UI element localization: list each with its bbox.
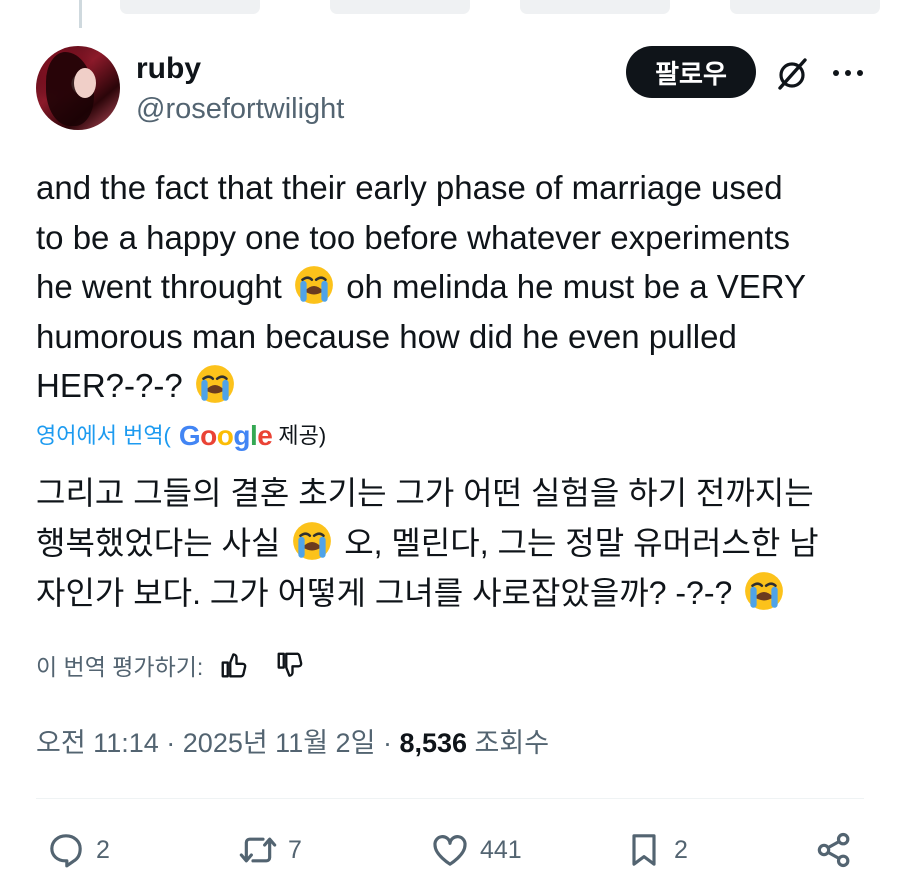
previous-tweet-edge <box>0 0 900 22</box>
tweet-line: HER?-?-? <box>36 361 876 411</box>
repost-count: 7 <box>288 835 302 864</box>
grok-slash-icon[interactable] <box>774 56 810 92</box>
tweet-time[interactable]: 오전 11:14 <box>36 728 159 758</box>
views-label: 조회수 <box>474 728 550 758</box>
translated-line: 그리고 그들의 결혼 초기는 그가 어떤 실험을 하기 전까지는 <box>36 475 814 511</box>
tweet-date[interactable]: 2025년 11월 2일 <box>183 728 376 758</box>
action-bar: 2 7 441 2 <box>0 820 900 880</box>
avatar[interactable] <box>36 46 120 130</box>
rate-translation-label: 이 번역 평가하기: <box>36 654 204 680</box>
avatar-face <box>74 68 96 98</box>
faded-element <box>730 0 880 14</box>
separator: · <box>382 728 392 758</box>
loudly-crying-face-icon <box>195 365 234 403</box>
more-dots-icon[interactable] <box>830 58 866 88</box>
repost-icon <box>239 837 277 863</box>
tweet-text: and the fact that their early phase of m… <box>36 163 876 411</box>
loudly-crying-face-icon <box>745 572 784 610</box>
faded-element <box>120 0 260 14</box>
tweet-meta: 오전 11:14 · 2025년 11월 2일 · 8,536 조회수 <box>36 726 549 760</box>
google-logo: Google <box>178 420 273 452</box>
bookmark-button[interactable]: 2 <box>624 830 688 870</box>
heart-icon <box>433 835 467 866</box>
views-count[interactable]: 8,536 <box>399 728 467 758</box>
translated-line: 자인가 보다. 그가 어떻게 그녀를 사로잡았을까? -?-? <box>36 568 876 618</box>
thumbs-down-icon[interactable] <box>275 650 305 680</box>
loudly-crying-face-icon <box>293 522 332 560</box>
thread-connector-line <box>79 0 82 28</box>
translated-line: 행복했었다는 사실 오, 멜린다, 그는 정말 유머러스한 남 <box>36 518 876 568</box>
google-letter: g <box>233 420 250 451</box>
share-icon <box>817 832 850 868</box>
like-count: 441 <box>480 835 522 864</box>
divider <box>36 798 864 799</box>
translation-attribution[interactable]: 영어에서 번역( Google 제공) <box>36 420 326 452</box>
share-button[interactable] <box>814 830 854 870</box>
tweet-line: and the fact that their early phase of m… <box>36 169 783 206</box>
rate-translation: 이 번역 평가하기: <box>36 648 305 682</box>
tweet-line: to be a happy one too before whatever ex… <box>36 218 790 256</box>
tweet-segment: he went throught <box>36 268 282 305</box>
display-name[interactable]: ruby <box>136 52 201 86</box>
google-letter: G <box>178 420 201 451</box>
tweet-line: he went throught oh melinda he must be a… <box>36 262 876 312</box>
user-handle[interactable]: @rosefortwilight <box>136 92 344 126</box>
google-letter: e <box>257 420 273 451</box>
google-letter: o <box>216 420 234 451</box>
faded-element <box>330 0 470 14</box>
translated-segment: 오, 멜린다, 그는 정말 유머러스한 남 <box>344 525 819 561</box>
translated-segment: 행복했었다는 사실 <box>36 525 281 561</box>
reply-icon <box>50 834 82 868</box>
translated-segment: 자인가 보다. 그가 어떻게 그녀를 사로잡았을까? -?-? <box>36 575 733 611</box>
repost-button[interactable]: 7 <box>238 830 302 870</box>
tweet-segment: HER?-?-? <box>36 367 183 404</box>
translated-text: 그리고 그들의 결혼 초기는 그가 어떤 실험을 하기 전까지는 행복했었다는 … <box>36 468 876 618</box>
bookmark-icon <box>632 834 656 866</box>
loudly-crying-face-icon <box>295 266 333 304</box>
like-button[interactable]: 441 <box>430 830 522 870</box>
translation-prefix: 영어에서 번역( <box>36 423 171 448</box>
faded-element <box>520 0 670 14</box>
reply-button[interactable]: 2 <box>46 830 110 870</box>
translation-suffix: 제공) <box>278 423 327 448</box>
follow-button[interactable]: 팔로우 <box>626 46 756 98</box>
google-letter: o <box>200 420 217 451</box>
thumbs-up-icon[interactable] <box>219 650 249 680</box>
tweet-segment: oh melinda he must be a VERY <box>346 268 807 305</box>
bookmark-count: 2 <box>674 835 688 864</box>
tweet-line: humorous man because how did he even pul… <box>36 317 737 355</box>
reply-count: 2 <box>96 835 110 864</box>
separator: · <box>166 728 176 758</box>
